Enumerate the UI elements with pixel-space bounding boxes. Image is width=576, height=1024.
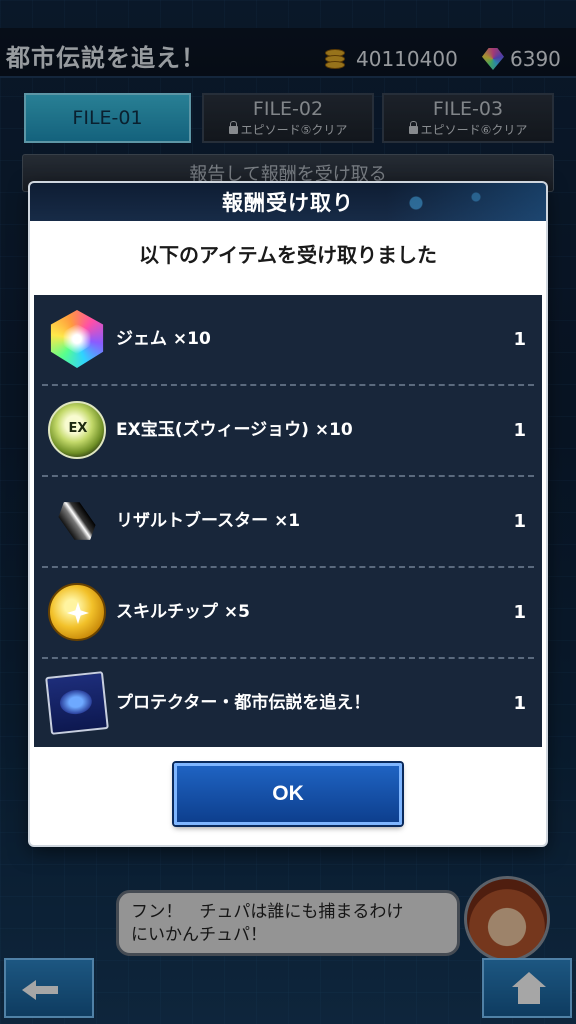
item-quantity: 1: [513, 329, 526, 350]
item-name: ジェム ×10: [116, 329, 211, 349]
item-quantity: 1: [513, 602, 526, 623]
item-quantity: 1: [513, 693, 526, 714]
modal-subtitle: 以下のアイテムを受け取りました: [139, 243, 437, 267]
item-name: リザルトブースター ×1: [116, 511, 301, 531]
skill-chip-icon: [48, 583, 106, 641]
list-item: プロテクター・都市伝説を追え！ 1: [34, 659, 542, 748]
reward-modal: 報酬受け取り 以下のアイテムを受け取りました ジェム ×10 1 EX EX宝玉…: [30, 183, 546, 845]
item-name: EX宝玉(ズウィージョウ) ×10: [116, 420, 353, 440]
list-item: EX EX宝玉(ズウィージョウ) ×10 1: [34, 386, 542, 475]
item-quantity: 1: [513, 511, 526, 532]
gem-icon: [50, 310, 104, 368]
modal-header: 報酬受け取り: [30, 183, 546, 221]
list-item: リザルトブースター ×1 1: [34, 477, 542, 566]
item-name: スキルチップ ×5: [116, 602, 250, 622]
list-item: ジェム ×10 1: [34, 295, 542, 384]
ok-button[interactable]: OK: [174, 763, 402, 825]
booster-icon: [48, 492, 106, 550]
list-item: スキルチップ ×5 1: [34, 568, 542, 657]
item-name: プロテクター・都市伝説を追え！: [116, 693, 371, 713]
ex-orb-icon: EX: [48, 401, 106, 459]
card-protector-icon: [45, 671, 109, 735]
modal-title: 報酬受け取り: [222, 191, 354, 215]
item-quantity: 1: [513, 420, 526, 441]
reward-item-list: ジェム ×10 1 EX EX宝玉(ズウィージョウ) ×10 1 リザルトブース…: [34, 295, 542, 747]
ex-orb-label: EX: [68, 421, 88, 436]
